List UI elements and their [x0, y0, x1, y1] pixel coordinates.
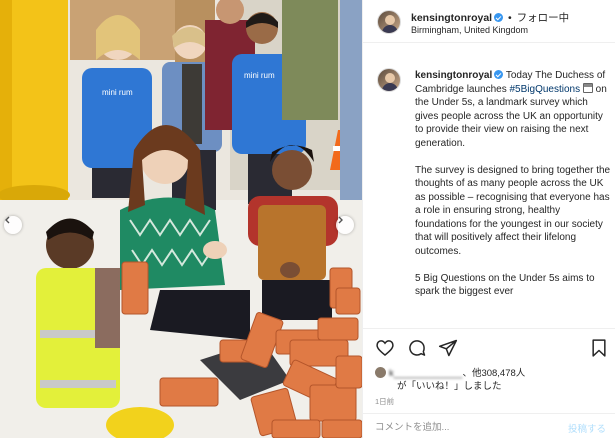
- comment-bar: 投稿する: [363, 413, 615, 438]
- calendar-icon: [582, 82, 593, 93]
- account-avatar[interactable]: [377, 10, 401, 34]
- caption-text: kensingtonroyal Today The Duchess of Cam…: [415, 69, 611, 312]
- caption-paragraph-2: The survey is designed to bring together…: [415, 164, 611, 257]
- following-button[interactable]: フォロー中: [517, 12, 570, 24]
- post-sidebar: kensingtonroyal • フォロー中 Birmingham, Unit…: [362, 0, 615, 438]
- comment-input[interactable]: [375, 420, 555, 434]
- caption-area: kensingtonroyal Today The Duchess of Cam…: [363, 44, 615, 328]
- post-photo[interactable]: mini rum mini rum: [0, 0, 362, 438]
- caption-avatar[interactable]: [377, 68, 401, 92]
- caption-username[interactable]: kensingtonroyal: [415, 70, 492, 81]
- post-location[interactable]: Birmingham, United Kingdom: [411, 25, 528, 35]
- account-username[interactable]: kensingtonroyal: [411, 12, 492, 24]
- post-timestamp[interactable]: 1日前: [375, 396, 394, 407]
- shirt-print-1: mini rum: [102, 88, 133, 97]
- caption-paragraph-1: kensingtonroyal Today The Duchess of Cam…: [415, 69, 611, 150]
- header-user-line: kensingtonroyal • フォロー中: [411, 10, 569, 25]
- post-comment-button[interactable]: 投稿する: [568, 421, 606, 435]
- verified-badge-icon: [494, 13, 504, 22]
- verified-badge-icon: [494, 70, 504, 79]
- shirt-print-2: mini rum: [244, 71, 275, 80]
- share-icon[interactable]: [438, 338, 458, 358]
- previous-photo-button[interactable]: [4, 216, 22, 234]
- header-separator: •: [508, 12, 512, 24]
- likes-text: が「いいね！」しました: [397, 381, 502, 392]
- likes-summary: k_____________、他308,478人: [375, 365, 525, 379]
- caption-paragraph-3: 5 Big Questions on the Under 5s aims to …: [415, 272, 595, 298]
- hashtag-link[interactable]: #5BigQuestions: [510, 84, 581, 95]
- heart-icon[interactable]: [375, 338, 395, 358]
- comment-icon[interactable]: [407, 338, 427, 358]
- liker-avatar: [375, 367, 386, 378]
- next-photo-button[interactable]: [336, 216, 354, 234]
- post-header: kensingtonroyal • フォロー中 Birmingham, Unit…: [363, 0, 615, 43]
- bookmark-icon[interactable]: [589, 338, 609, 358]
- post-actions: k_____________、他308,478人 が「いいね！」しました 1日前…: [363, 328, 615, 438]
- photo-illustration: mini rum mini rum: [0, 0, 362, 438]
